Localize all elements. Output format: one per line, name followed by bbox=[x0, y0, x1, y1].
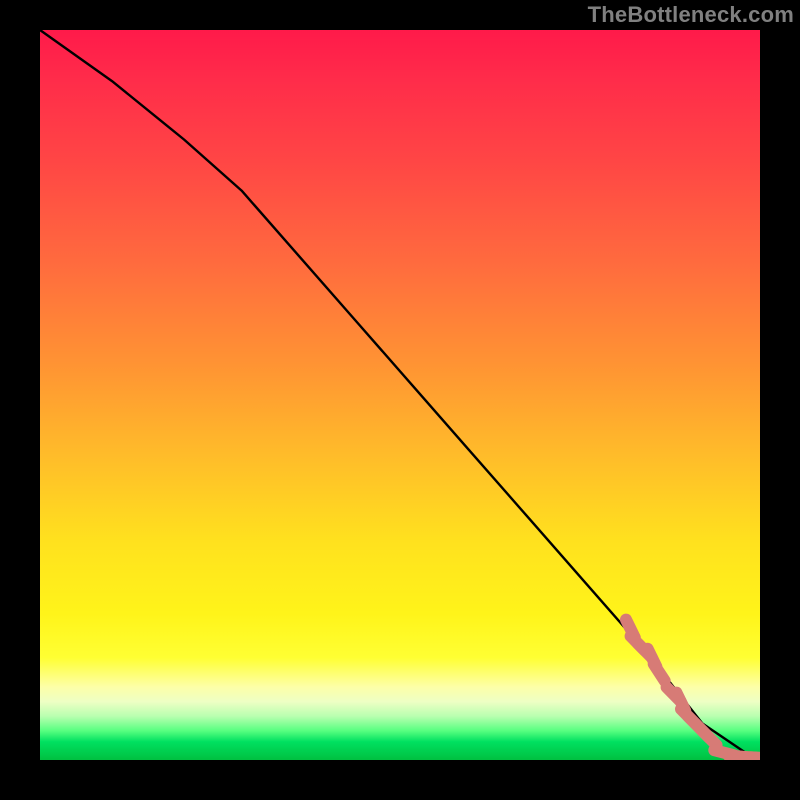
chart-svg bbox=[40, 30, 760, 760]
highlight-dash bbox=[654, 664, 665, 681]
watermark-text: TheBottleneck.com bbox=[588, 2, 794, 28]
series-highlight-points bbox=[626, 620, 760, 759]
highlight-dash bbox=[703, 731, 717, 745]
highlight-dash bbox=[750, 757, 760, 758]
plot-area bbox=[40, 30, 760, 760]
chart-frame: TheBottleneck.com bbox=[0, 0, 800, 800]
